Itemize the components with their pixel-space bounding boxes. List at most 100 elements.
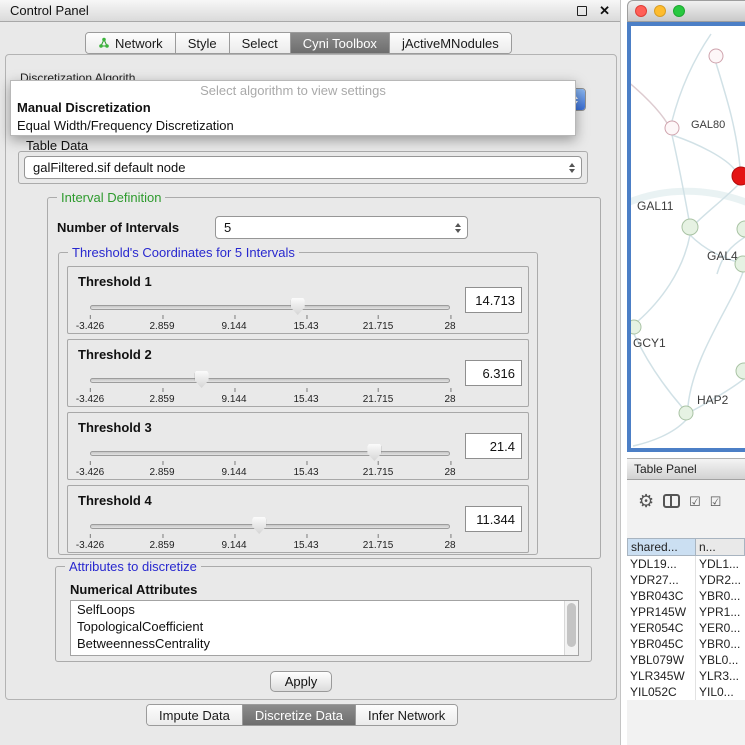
interval-definition-title: Interval Definition (57, 190, 165, 205)
tick-label: 21.715 (363, 540, 394, 551)
table-row[interactable]: YER054C YER0... (627, 620, 745, 636)
table-row[interactable]: YIL052C YIL0... (627, 684, 745, 700)
table-row[interactable]: YBL079W YBL0... (627, 652, 745, 668)
thresholds-group-title: Threshold's Coordinates for 5 Intervals (68, 245, 299, 260)
threshold-label: Threshold 2 (78, 347, 152, 362)
numerical-attributes-listbox: SelfLoopsTopologicalCoefficientBetweenne… (70, 600, 579, 656)
list-scrollbar[interactable] (564, 601, 578, 655)
threshold-row: Threshold 2 -3.426 2.859 9.144 15.43 21.… (67, 339, 529, 407)
tick-label: 9.144 (221, 321, 246, 332)
table-data-combobox[interactable]: galFiltered.sif default node (24, 156, 582, 179)
table-panel-toolbar: ⚙ ☑ ☑ (627, 482, 745, 520)
threshold-value-field[interactable]: 14.713 (465, 287, 522, 313)
threshold-slider[interactable] (90, 443, 450, 463)
column-header-name[interactable]: n... (696, 538, 745, 556)
close-icon[interactable]: ✕ (599, 3, 610, 19)
number-of-intervals-label: Number of Intervals (57, 220, 179, 235)
cell-shared-name: YLR345W (627, 668, 696, 684)
list-item[interactable]: BetweennessCentrality (71, 635, 578, 652)
node-label-gcy1[interactable]: GCY1 (633, 336, 666, 350)
table-data-value: galFiltered.sif default node (33, 160, 185, 175)
number-of-intervals-value: 5 (224, 220, 231, 235)
tick-label: 2.859 (149, 467, 174, 478)
apply-button[interactable]: Apply (270, 671, 332, 692)
node-label-hap2[interactable]: HAP2 (697, 393, 728, 407)
network-graph (631, 26, 745, 448)
slider-thumb[interactable] (252, 517, 266, 534)
list-item[interactable]: SelfLoops (71, 601, 578, 618)
tick-label: 21.715 (363, 321, 394, 332)
node-label-gal11[interactable]: GAL11 (637, 199, 673, 213)
tab-network[interactable]: Network (86, 33, 176, 53)
number-of-intervals-combobox[interactable]: 5 (215, 216, 468, 239)
slider-track[interactable] (90, 451, 450, 456)
threshold-slider[interactable] (90, 370, 450, 390)
tab-cyni-toolbox[interactable]: Cyni Toolbox (291, 33, 390, 53)
dropdown-option-manual-discretization[interactable]: Manual Discretization (11, 99, 575, 117)
tab-label: Impute Data (159, 708, 230, 723)
tab-infer-network[interactable]: Infer Network (356, 705, 457, 725)
table-row[interactable]: YPR145W YPR1... (627, 604, 745, 620)
node-label-gal80[interactable]: GAL80 (691, 119, 725, 131)
zoom-traffic-light[interactable] (673, 5, 685, 17)
tick-label: 15.43 (293, 467, 318, 478)
close-traffic-light[interactable] (635, 5, 647, 17)
slider-thumb[interactable] (195, 371, 209, 388)
numerical-attributes-label: Numerical Attributes (70, 582, 197, 597)
checkbox-icon[interactable]: ☑ (689, 495, 701, 508)
tab-jactivemnodules[interactable]: jActiveMNodules (390, 33, 511, 53)
table-row[interactable]: YDR27... YDR2... (627, 572, 745, 588)
tick-label: 15.43 (293, 321, 318, 332)
slider-tick-labels: -3.426 2.859 9.144 15.43 21.715 28 (90, 465, 450, 478)
slider-track[interactable] (90, 305, 450, 310)
cell-name: YBR0... (696, 636, 745, 652)
threshold-value-field[interactable]: 6.316 (465, 360, 522, 386)
cell-name: YDR2... (696, 572, 745, 588)
tab-style[interactable]: Style (176, 33, 230, 53)
tab-label: Style (188, 36, 217, 51)
table-row[interactable]: YDL19... YDL1... (627, 556, 745, 572)
network-window-titlebar (627, 0, 745, 22)
cell-shared-name: YER054C (627, 620, 696, 636)
thresholds-list: Threshold 1 -3.426 2.859 9.144 15.43 21.… (67, 266, 529, 558)
cell-shared-name: YDL19... (627, 556, 696, 572)
slider-track[interactable] (90, 524, 450, 529)
cell-shared-name: YBR043C (627, 588, 696, 604)
table-row[interactable]: YBR043C YBR0... (627, 588, 745, 604)
network-canvas[interactable]: GAL80 GAL11 GAL4 GCY1 HAP2 (627, 22, 745, 452)
threshold-row: Threshold 4 -3.426 2.859 9.144 15.43 21.… (67, 485, 529, 553)
tab-label: Select (242, 36, 278, 51)
cell-shared-name: YDR27... (627, 572, 696, 588)
control-panel-titlebar: Control Panel ✕ (0, 0, 620, 22)
slider-thumb[interactable] (291, 298, 305, 315)
column-header-shared-name[interactable]: shared... (627, 538, 696, 556)
threshold-label: Threshold 1 (78, 274, 152, 289)
checkbox-icon[interactable]: ☑ (710, 495, 722, 508)
node-label-gal4[interactable]: GAL4 (707, 249, 738, 263)
network-view-window: GAL80 GAL11 GAL4 GCY1 HAP2 (627, 0, 745, 452)
dropdown-option-equal-width-frequency[interactable]: Equal Width/Frequency Discretization (11, 117, 575, 135)
float-window-icon[interactable] (577, 6, 587, 16)
tick-label: 2.859 (149, 321, 174, 332)
tab-impute-data[interactable]: Impute Data (147, 705, 243, 725)
gear-icon[interactable]: ⚙ (638, 492, 654, 510)
minimize-traffic-light[interactable] (654, 5, 666, 17)
slider-thumb[interactable] (367, 444, 381, 461)
attributes-group: Attributes to discretize Numerical Attri… (55, 566, 592, 662)
columns-icon[interactable] (663, 494, 680, 508)
cell-name: YER0... (696, 620, 745, 636)
list-item[interactable]: TopologicalCoefficient (71, 618, 578, 635)
tab-discretize-data[interactable]: Discretize Data (243, 705, 356, 725)
tab-label: Discretize Data (255, 708, 343, 723)
tab-select[interactable]: Select (230, 33, 291, 53)
threshold-value-field[interactable]: 21.4 (465, 433, 522, 459)
control-panel-tabbar: Network Style Select Cyni Toolbox jActiv… (85, 32, 512, 54)
slider-track[interactable] (90, 378, 450, 383)
table-row[interactable]: YBR045C YBR0... (627, 636, 745, 652)
threshold-slider[interactable] (90, 516, 450, 536)
cell-shared-name: YPR145W (627, 604, 696, 620)
threshold-value-field[interactable]: 11.344 (465, 506, 522, 532)
scrollbar-thumb[interactable] (567, 603, 576, 647)
table-row[interactable]: YLR345W YLR3... (627, 668, 745, 684)
threshold-slider[interactable] (90, 297, 450, 317)
